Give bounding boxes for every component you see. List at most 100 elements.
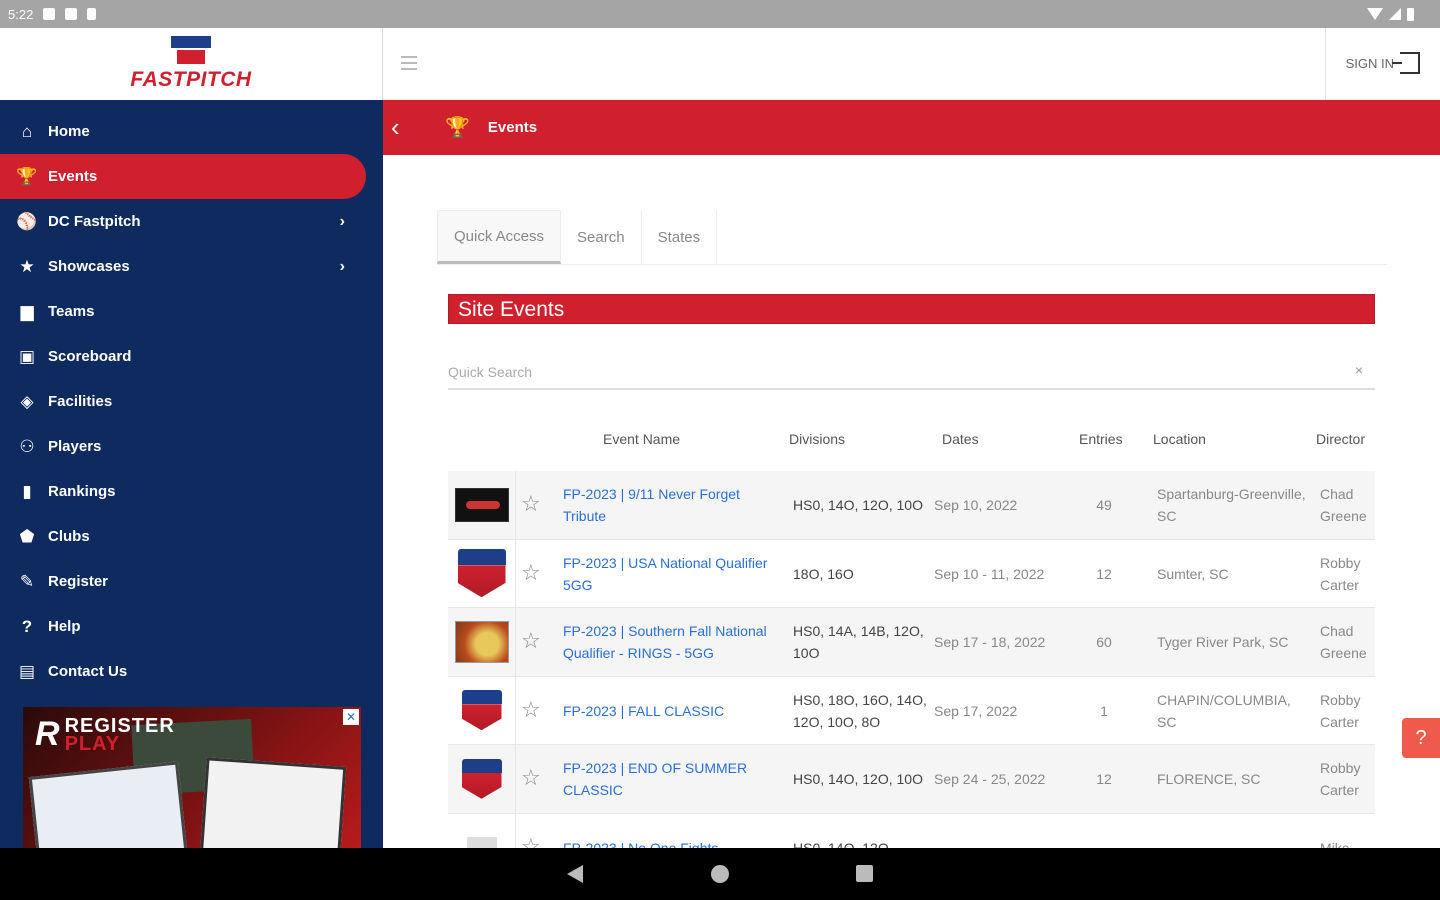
dates-cell: Sep 24 - 25, 2022 xyxy=(934,771,1046,788)
sign-in-button[interactable]: SIGN IN xyxy=(1346,52,1420,74)
top-bar: SIGN IN xyxy=(383,28,1440,100)
divisions-cell: HS0, 14A, 14B, 12O, 10O xyxy=(793,623,924,662)
sidebar-item-label: Teams xyxy=(48,303,95,320)
quick-search-input[interactable] xyxy=(448,356,1328,388)
tab-quick-access[interactable]: Quick Access xyxy=(437,210,562,264)
home-icon[interactable] xyxy=(711,865,729,883)
table-row[interactable]: ☆ FP-2023 | END OF SUMMER CLASSIC HS0, 14O… xyxy=(448,745,1375,814)
sidebar-item-label: Home xyxy=(48,123,90,140)
location-cell: FLORENCE, SC xyxy=(1157,771,1261,788)
ad-close-icon[interactable]: ✕ xyxy=(343,709,359,725)
event-logo-image xyxy=(460,688,504,732)
signal-icon xyxy=(1389,8,1401,20)
sidebar-item-label: Facilities xyxy=(48,393,113,410)
sidebar-item-label: Scoreboard xyxy=(48,348,132,365)
contact-icon: ▤ xyxy=(18,661,36,681)
brand-name: FASTPITCH xyxy=(130,68,252,91)
director-cell: Robby Carter xyxy=(1320,554,1361,593)
tab-search[interactable]: Search xyxy=(561,210,642,264)
back-icon[interactable] xyxy=(567,865,583,883)
sidebar-item-showcases[interactable]: ★ Showcases › xyxy=(0,244,383,289)
softball-icon: ⚾ xyxy=(16,211,38,231)
entries-cell: 1 xyxy=(1100,702,1108,719)
favorite-star-icon[interactable]: ☆ xyxy=(521,560,541,586)
favorite-star-icon[interactable]: ☆ xyxy=(521,628,541,654)
trophy-icon: 🏆 xyxy=(16,166,38,186)
event-logo xyxy=(448,471,516,539)
event-name-link[interactable]: FP-2023 | FALL CLASSIC xyxy=(563,700,778,722)
sidebar-item-home[interactable]: ⌂ Home xyxy=(0,109,383,154)
help-icon[interactable]: ? xyxy=(1402,718,1440,758)
sidebar-item-label: Contact Us xyxy=(48,663,128,680)
quick-search: × xyxy=(448,356,1375,390)
favorite-star-icon[interactable]: ☆ xyxy=(521,765,541,791)
director-cell: Robby Carter xyxy=(1320,691,1361,730)
back-arrow-icon[interactable]: ‹ xyxy=(391,112,421,143)
sidebar-item-label: Events xyxy=(48,168,98,185)
dates-cell: Sep 10 - 11, 2022 xyxy=(934,565,1045,582)
sidebar-item-events[interactable]: 🏆 Events xyxy=(0,154,366,199)
menu-collapse-icon[interactable] xyxy=(401,56,423,72)
divisions-cell: HS0, 14O, 12O, 10O xyxy=(793,771,923,788)
help-icon: ? xyxy=(21,616,33,636)
sidebar-nav: ⌂ Home 🏆 Events ⚾ DC Fastpitch › ★ Showcases › ▆ Te… xyxy=(0,109,383,694)
battery-icon xyxy=(1407,7,1414,21)
chevron-right-icon: › xyxy=(339,257,345,275)
location-cell: CHAPIN/COLUMBIA, SC xyxy=(1157,691,1291,730)
clear-search-icon[interactable]: × xyxy=(1355,362,1363,378)
sidebar-item-contact-us[interactable]: ▤ Contact Us xyxy=(0,649,383,694)
table-row[interactable]: ☆ FP-2023 | USA National Qualifier 5GG 18O… xyxy=(448,539,1375,608)
col-dates[interactable]: Dates xyxy=(942,431,979,447)
sidebar-item-scoreboard[interactable]: ▣ Scoreboard xyxy=(0,334,383,379)
dates-cell: Sep 10, 2022 xyxy=(934,497,1018,514)
status-bar: 5:22 xyxy=(0,0,1440,28)
sidebar-item-rankings[interactable]: ▮ Rankings xyxy=(0,469,383,514)
event-logo xyxy=(448,608,516,676)
sidebar-item-players[interactable]: ⚇ Players xyxy=(0,424,383,469)
advertisement-banner[interactable]: R REGISTER PLAY ✕ xyxy=(23,707,361,848)
event-logo-image xyxy=(456,547,508,599)
entries-cell: 60 xyxy=(1096,634,1112,651)
sidebar-item-teams[interactable]: ▆ Teams xyxy=(0,289,383,334)
col-director[interactable]: Director xyxy=(1316,431,1365,447)
table-row[interactable]: ☆ FP-2023 | FALL CLASSIC HS0, 18O, 16O, 14… xyxy=(448,676,1375,745)
col-divisions[interactable]: Divisions xyxy=(789,431,845,447)
sidebar-item-label: Players xyxy=(48,438,102,455)
sidebar-item-help[interactable]: ? Help xyxy=(0,604,383,649)
sidebar-item-label: DC Fastpitch xyxy=(48,213,141,230)
briefcase-icon: ▆ xyxy=(20,301,34,321)
event-logo-image xyxy=(460,757,504,801)
shield-icon: ⬟ xyxy=(19,526,35,546)
favorite-star-icon[interactable]: ☆ xyxy=(521,491,541,517)
sidebar-item-clubs[interactable]: ⬟ Clubs xyxy=(0,514,383,559)
sidebar-item-register[interactable]: ✎ Register xyxy=(0,559,383,604)
event-name-link[interactable]: FP-2023 | 9/11 Never Forget Tribute xyxy=(563,483,778,527)
ad-logo: R REGISTER PLAY xyxy=(35,715,175,755)
recents-icon[interactable] xyxy=(856,865,873,882)
clock: 5:22 xyxy=(8,6,34,22)
sidebar-item-facilities[interactable]: ◈ Facilities xyxy=(0,379,383,424)
sidebar-item-dc-fastpitch[interactable]: ⚾ DC Fastpitch › xyxy=(0,199,383,244)
dates-cell: Sep 17 - 18, 2022 xyxy=(934,634,1046,651)
sim-icon xyxy=(87,8,97,20)
event-name-link[interactable]: FP-2023 | USA National Qualifier 5GG xyxy=(563,552,778,596)
col-entries[interactable]: Entries xyxy=(1079,431,1123,447)
event-name-link[interactable]: FP-2023 | END OF SUMMER CLASSIC xyxy=(563,757,778,801)
home-icon: ⌂ xyxy=(21,121,33,141)
entries-cell: 12 xyxy=(1096,771,1112,788)
table-row[interactable]: ☆ FP-2023 | Southern Fall National Qualif… xyxy=(448,608,1375,677)
page-header: ‹ 🏆 Events xyxy=(383,100,1440,155)
tab-states[interactable]: States xyxy=(642,210,718,264)
event-name-link[interactable]: FP-2023 | Southern Fall National Qualifi… xyxy=(563,620,778,664)
favorite-star-icon[interactable]: ☆ xyxy=(521,697,541,723)
divisions-cell: 18O, 16O xyxy=(793,565,854,582)
ad-screenshot xyxy=(199,757,347,848)
events-table: ☆ FP-2023 | 9/11 Never Forget Tribute HS0,… xyxy=(448,471,1375,882)
brand-logo[interactable]: FASTPITCH xyxy=(0,28,383,100)
ad-rp-icon: R xyxy=(35,715,61,753)
director-cell: Chad Greene xyxy=(1320,623,1367,662)
ad-screenshot xyxy=(28,761,188,848)
col-location[interactable]: Location xyxy=(1153,431,1206,447)
col-event-name[interactable]: Event Name xyxy=(603,431,680,447)
table-row[interactable]: ☆ FP-2023 | 9/11 Never Forget Tribute HS0,… xyxy=(448,471,1375,540)
